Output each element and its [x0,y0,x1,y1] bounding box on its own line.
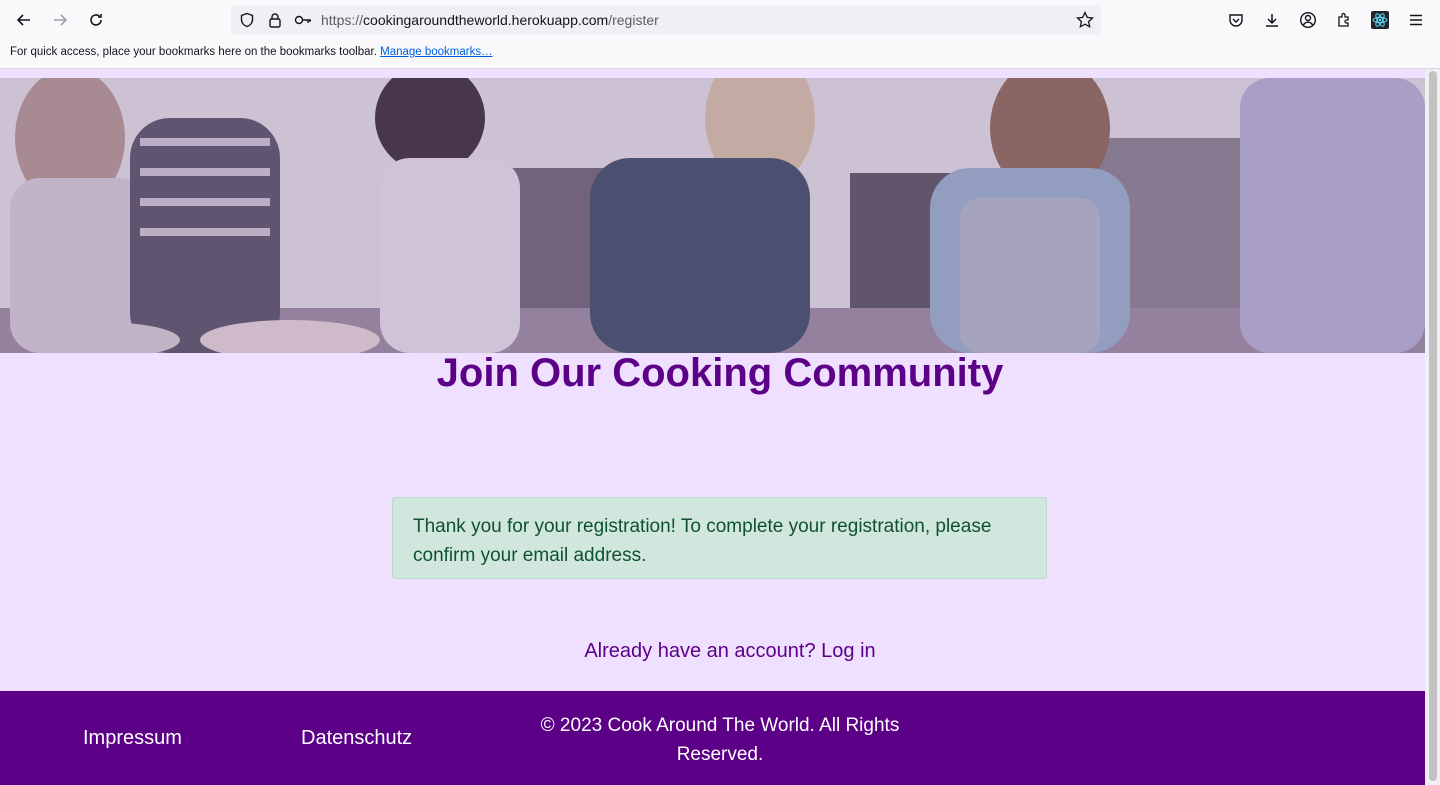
url-bar[interactable]: https://cookingaroundtheworld.herokuapp.… [231,5,1101,35]
url-host: cookingaroundtheworld.herokuapp.com [363,12,609,28]
forward-icon[interactable] [48,8,72,32]
success-alert: Thank you for your registration! To comp… [392,497,1047,579]
browser-toolbar: https://cookingaroundtheworld.herokuapp.… [0,0,1440,40]
download-icon[interactable] [1260,8,1284,32]
manage-bookmarks-link[interactable]: Manage bookmarks… [380,46,493,58]
bookmarks-toolbar: For quick access, place your bookmarks h… [0,40,1440,69]
star-icon[interactable] [1073,8,1097,32]
alert-message: Thank you for your registration! To comp… [413,516,992,566]
copyright-text: © 2023 Cook Around The World. All Rights… [540,715,900,765]
menu-icon[interactable] [1404,8,1428,32]
footer: Impressum Datenschutz © 2023 Cook Around… [0,691,1425,785]
shield-icon[interactable] [235,8,259,32]
lock-icon[interactable] [263,8,287,32]
pocket-icon[interactable] [1224,8,1248,32]
reload-icon[interactable] [84,8,108,32]
scrollbar-thumb[interactable] [1429,71,1437,781]
hero-image [0,78,1425,353]
impressum-link[interactable]: Impressum [83,727,182,750]
react-devtools-icon[interactable] [1368,8,1392,32]
extensions-icon[interactable] [1332,8,1356,32]
url-path: /register [608,12,659,28]
back-icon[interactable] [12,8,36,32]
url-text[interactable]: https://cookingaroundtheworld.herokuapp.… [321,12,659,28]
url-scheme: https:// [321,12,364,28]
page-title: Join Our Cooking Community [436,351,1004,395]
page-content [0,69,1425,785]
bookmarks-message: For quick access, place your bookmarks h… [10,46,377,58]
key-icon[interactable] [291,8,315,32]
hero-overlay [0,78,1425,353]
datenschutz-link[interactable]: Datenschutz [301,727,412,750]
account-icon[interactable] [1296,8,1320,32]
login-link[interactable]: Already have an account? Log in [0,640,1440,663]
